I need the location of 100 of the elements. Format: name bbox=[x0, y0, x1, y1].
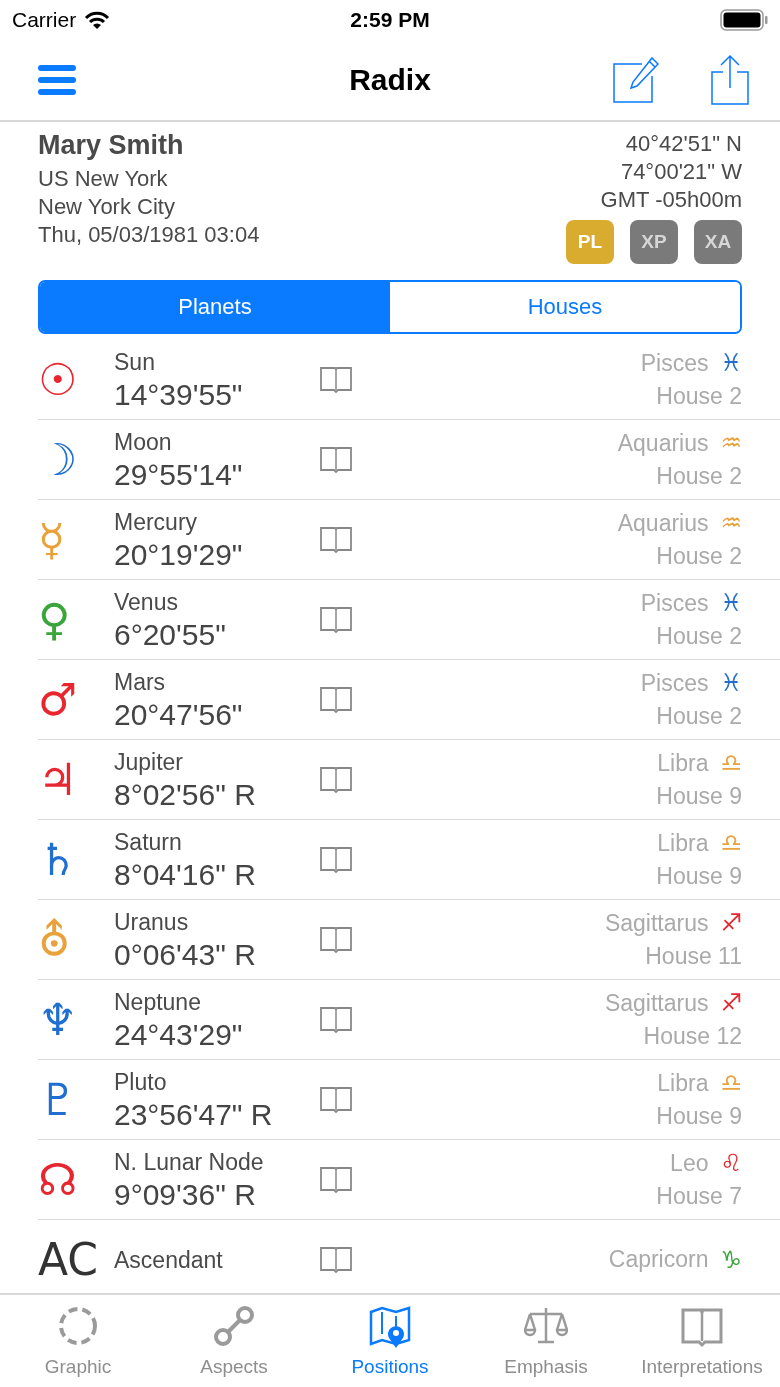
person-name: Mary Smith bbox=[38, 130, 185, 161]
house-label: House 12 bbox=[643, 1023, 742, 1050]
birth-detail: US New York bbox=[38, 165, 169, 193]
planet-position: 9°09'36" R bbox=[114, 1176, 257, 1213]
coordinate-text: 74°00'21" W bbox=[620, 158, 742, 186]
planet-symbol: ♂ bbox=[38, 677, 78, 722]
birth-detail: Thu, 05/03/1981 03:04 bbox=[38, 221, 260, 249]
zodiac-sign: Pisces bbox=[640, 669, 709, 697]
planet-symbol: ♀ bbox=[38, 597, 71, 642]
house-label: House 2 bbox=[656, 383, 742, 410]
chart-type-toggle[interactable]: XP bbox=[630, 220, 678, 264]
menu-button[interactable] bbox=[38, 64, 76, 96]
planet-symbol: ⛢ bbox=[38, 917, 71, 962]
tab-bar-item[interactable]: Interpretations bbox=[624, 1295, 780, 1387]
zodiac-sign: Pisces bbox=[640, 589, 709, 617]
planet-position: 8°02'56" R bbox=[114, 776, 257, 813]
coordinate-text: 40°42'51" N bbox=[625, 130, 742, 158]
chart-type-toggle[interactable]: XA bbox=[694, 220, 742, 264]
house-label: House 2 bbox=[656, 543, 742, 570]
house-label: House 2 bbox=[656, 463, 742, 490]
book-icon[interactable] bbox=[320, 1085, 352, 1114]
planet-name: N. Lunar Node bbox=[114, 1147, 265, 1177]
edit-button[interactable] bbox=[612, 56, 660, 104]
book-icon[interactable] bbox=[320, 1165, 352, 1194]
planet-name: Ascendant bbox=[114, 1245, 224, 1275]
sign-symbol: ♑ bbox=[720, 1245, 742, 1274]
planet-name: Moon bbox=[114, 427, 173, 457]
house-label: House 2 bbox=[656, 703, 742, 730]
sign-symbol: ♎ bbox=[720, 749, 742, 777]
planet-symbol: ☉ bbox=[38, 357, 78, 402]
battery-icon bbox=[720, 9, 768, 31]
planet-name: Mercury bbox=[114, 507, 199, 537]
planet-name: Pluto bbox=[114, 1067, 168, 1097]
planet-symbol: ♇ bbox=[38, 1077, 78, 1122]
zodiac-sign: Pisces bbox=[640, 349, 709, 377]
planet-position: 24°43'29" bbox=[114, 1016, 244, 1053]
book-icon[interactable] bbox=[320, 1245, 352, 1274]
book-icon[interactable] bbox=[320, 605, 352, 634]
planet-position: 6°20'55" bbox=[114, 616, 227, 653]
planet-symbol: AC bbox=[38, 1237, 99, 1282]
status-time: 2:59 PM bbox=[350, 8, 430, 32]
book-icon[interactable] bbox=[320, 765, 352, 794]
birth-detail: New York City bbox=[38, 193, 176, 221]
planet-symbol: ♄ bbox=[38, 837, 78, 882]
house-label: House 2 bbox=[656, 623, 742, 650]
planet-position: 20°19'29" bbox=[114, 536, 244, 573]
sign-symbol: ♓ bbox=[720, 349, 742, 377]
share-button[interactable] bbox=[710, 54, 750, 106]
planet-symbol: ☿ bbox=[38, 517, 65, 562]
planet-position: 14°39'55" bbox=[114, 376, 244, 413]
coordinate-text: GMT -05h00m bbox=[600, 186, 742, 214]
book-icon[interactable] bbox=[320, 685, 352, 714]
planet-name: Saturn bbox=[114, 827, 183, 857]
screen-title: Radix bbox=[349, 63, 431, 97]
tab-bar-item[interactable]: Positions bbox=[312, 1295, 468, 1387]
house-label: House 9 bbox=[656, 863, 742, 890]
planet-symbol: ♆ bbox=[38, 997, 78, 1042]
planet-position: 23°56'47" R bbox=[114, 1096, 274, 1133]
zodiac-sign: Libra bbox=[657, 1069, 709, 1097]
house-label: House 9 bbox=[656, 1103, 742, 1130]
planet-symbol: ☽ bbox=[38, 437, 78, 482]
sign-symbol: ♒ bbox=[720, 509, 742, 537]
zodiac-sign: Sagittarus bbox=[604, 909, 709, 937]
planet-name: Sun bbox=[114, 347, 156, 377]
zodiac-sign: Aquarius bbox=[617, 429, 709, 457]
zodiac-sign: Capricorn bbox=[608, 1246, 709, 1273]
carrier-label: Carrier bbox=[12, 8, 77, 32]
book-icon[interactable] bbox=[320, 525, 352, 554]
tab-bar-item[interactable]: Aspects bbox=[156, 1295, 312, 1387]
sign-symbol: ♓ bbox=[720, 589, 742, 617]
zodiac-sign: Sagittarus bbox=[604, 989, 709, 1017]
sign-symbol: ♐ bbox=[720, 989, 742, 1017]
planet-position: 8°04'16" R bbox=[114, 856, 257, 893]
sign-symbol: ♎ bbox=[720, 829, 742, 857]
planet-name: Neptune bbox=[114, 987, 202, 1017]
house-label: House 7 bbox=[656, 1183, 742, 1210]
book-icon[interactable] bbox=[320, 365, 352, 394]
planet-symbol: ♃ bbox=[38, 757, 78, 802]
planet-name: Uranus bbox=[114, 907, 190, 937]
sign-symbol: ♎ bbox=[720, 1069, 742, 1097]
book-icon[interactable] bbox=[320, 925, 352, 954]
book-icon[interactable] bbox=[320, 445, 352, 474]
planet-symbol: ☊ bbox=[38, 1157, 78, 1202]
house-label: House 9 bbox=[656, 783, 742, 810]
zodiac-sign: Libra bbox=[657, 829, 709, 857]
house-label: House 11 bbox=[645, 943, 742, 970]
sign-symbol: ♌ bbox=[720, 1149, 742, 1177]
planet-position: 29°55'14" bbox=[114, 456, 244, 493]
segment-tab[interactable]: Planets bbox=[40, 282, 390, 332]
planet-position: 20°47'56" bbox=[114, 696, 244, 733]
zodiac-sign: Libra bbox=[657, 749, 709, 777]
book-icon[interactable] bbox=[320, 1005, 352, 1034]
zodiac-sign: Leo bbox=[670, 1149, 709, 1177]
chart-type-toggle[interactable]: PL bbox=[566, 220, 614, 264]
planet-name: Mars bbox=[114, 667, 167, 697]
tab-bar-item[interactable]: Graphic bbox=[0, 1295, 156, 1387]
book-icon[interactable] bbox=[320, 845, 352, 874]
planet-name: Jupiter bbox=[114, 747, 185, 777]
tab-bar-item[interactable]: Emphasis bbox=[468, 1295, 624, 1387]
planet-name: Venus bbox=[114, 587, 179, 617]
